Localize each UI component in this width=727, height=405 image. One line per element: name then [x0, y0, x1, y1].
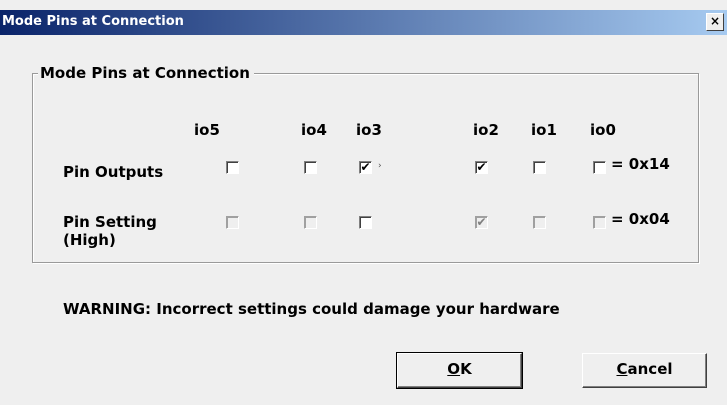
- checkbox-pin-outputs-io5[interactable]: [226, 161, 239, 174]
- title-bar[interactable]: Mode Pins at Connection ×: [0, 10, 727, 35]
- checkbox-pin-setting-io2[interactable]: ✔: [475, 215, 488, 229]
- column-header-io4: io4: [301, 121, 327, 139]
- check-mark-icon: ✔: [360, 160, 371, 174]
- checkbox-pin-outputs-io0[interactable]: [593, 161, 606, 174]
- row-label-pin-setting-line1: Pin Setting: [63, 213, 157, 231]
- check-mark-icon: [227, 158, 238, 169]
- checkbox-pin-setting-io1[interactable]: [533, 216, 546, 229]
- cancel-mnemonic: C: [616, 360, 628, 378]
- pin-outputs-hex-value: = 0x14: [611, 155, 670, 173]
- check-mark-icon: [360, 213, 371, 224]
- cancel-button[interactable]: Cancel: [582, 353, 707, 388]
- check-mark-icon: [534, 213, 545, 224]
- row-label-pin-setting-line2: (High): [63, 231, 116, 249]
- dialog-window: Mode Pins at Connection × Mode Pins at C…: [0, 0, 727, 405]
- focus-marker-icon: ›: [378, 161, 382, 171]
- check-mark-icon: ✔: [476, 160, 487, 174]
- check-mark-icon: [305, 158, 316, 169]
- row-label-pin-setting: Pin Setting (High): [63, 213, 157, 249]
- cancel-label-rest: ancel: [627, 360, 673, 378]
- close-icon[interactable]: ×: [706, 13, 724, 31]
- check-mark-icon: [594, 158, 605, 169]
- column-header-io3: io3: [356, 121, 382, 139]
- column-header-io0: io0: [590, 121, 616, 139]
- checkbox-pin-outputs-io1[interactable]: [533, 161, 546, 174]
- check-mark-icon: [227, 213, 238, 224]
- column-header-io5: io5: [194, 121, 220, 139]
- ok-mnemonic: O: [447, 360, 461, 378]
- checkbox-pin-setting-io0[interactable]: [593, 216, 606, 229]
- ok-button[interactable]: OK: [396, 352, 523, 389]
- checkbox-pin-outputs-io2[interactable]: ✔: [475, 160, 488, 174]
- column-header-io2: io2: [473, 121, 499, 139]
- checkbox-pin-setting-io4[interactable]: [304, 216, 317, 229]
- warning-text: WARNING: Incorrect settings could damage…: [63, 300, 560, 318]
- column-header-io1: io1: [531, 121, 557, 139]
- check-mark-icon: [305, 213, 316, 224]
- group-legend: Mode Pins at Connection: [38, 64, 254, 82]
- check-mark-icon: ✔: [476, 215, 487, 229]
- check-mark-icon: [534, 158, 545, 169]
- checkbox-pin-outputs-io4[interactable]: [304, 161, 317, 174]
- checkbox-pin-outputs-io3[interactable]: ✔: [359, 160, 372, 174]
- row-label-pin-outputs: Pin Outputs: [63, 163, 164, 181]
- ok-label-rest: K: [460, 360, 472, 378]
- pin-setting-hex-value: = 0x04: [611, 210, 670, 228]
- checkbox-pin-setting-io5[interactable]: [226, 216, 239, 229]
- window-title: Mode Pins at Connection: [2, 14, 184, 29]
- checkbox-pin-setting-io3[interactable]: [359, 216, 372, 229]
- check-mark-icon: [594, 213, 605, 224]
